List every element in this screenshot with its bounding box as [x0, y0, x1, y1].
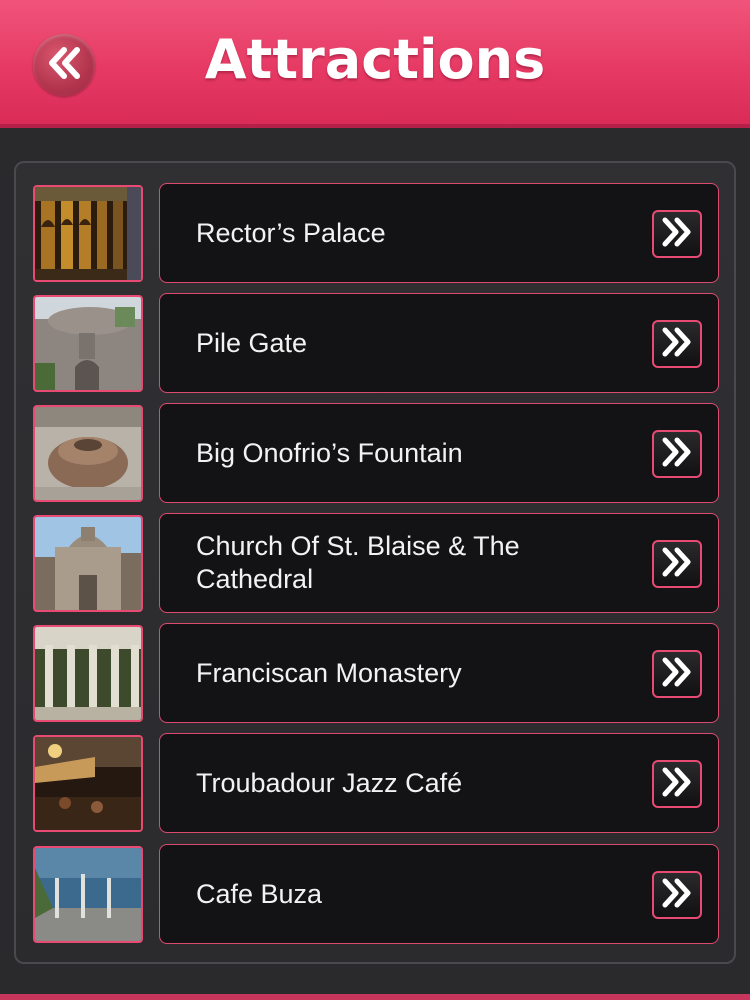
list-item: Cafe Buza — [0, 844, 750, 944]
double-chevron-right-icon — [660, 437, 694, 472]
st-blaise-church-photo — [35, 517, 141, 610]
open-attraction-button[interactable] — [652, 320, 702, 368]
attraction-thumbnail[interactable] — [33, 625, 143, 722]
list-item: Rector’s Palace — [0, 183, 750, 283]
open-attraction-button[interactable] — [652, 430, 702, 478]
list-item: Franciscan Monastery — [0, 623, 750, 723]
double-chevron-right-icon — [660, 327, 694, 362]
attraction-label: Big Onofrio’s Fountain — [196, 437, 463, 468]
double-chevron-right-icon — [660, 878, 694, 913]
attraction-thumbnail[interactable] — [33, 405, 143, 502]
open-attraction-button[interactable] — [652, 540, 702, 588]
attraction-thumbnail[interactable] — [33, 295, 143, 392]
footer-accent-line — [0, 994, 750, 1000]
attraction-thumbnail[interactable] — [33, 846, 143, 943]
onofrio-fountain-photo — [35, 407, 141, 500]
double-chevron-right-icon — [660, 547, 694, 582]
attraction-item[interactable]: Big Onofrio’s Fountain — [159, 403, 719, 503]
attraction-item[interactable]: Cafe Buza — [159, 844, 719, 944]
attraction-label: Cafe Buza — [196, 878, 323, 909]
franciscan-monastery-photo — [35, 627, 141, 720]
page-title: Attractions — [204, 28, 546, 91]
open-attraction-button[interactable] — [652, 871, 702, 919]
open-attraction-button[interactable] — [652, 650, 702, 698]
list-item: Church Of St. Blaise & The Cathedral — [0, 513, 750, 613]
open-attraction-button[interactable] — [652, 210, 702, 258]
header-bar: Attractions — [0, 0, 750, 128]
attraction-label: Franciscan Monastery — [196, 657, 462, 688]
attraction-item[interactable]: Troubadour Jazz Café — [159, 733, 719, 833]
attraction-label: Troubadour Jazz Café — [196, 767, 463, 798]
open-attraction-button[interactable] — [652, 760, 702, 808]
attraction-item[interactable]: Franciscan Monastery — [159, 623, 719, 723]
attraction-label: Rector’s Palace — [196, 217, 386, 248]
list-item: Pile Gate — [0, 293, 750, 393]
attraction-thumbnail[interactable] — [33, 185, 143, 282]
double-chevron-right-icon — [660, 657, 694, 692]
cafe-buza-photo — [35, 848, 141, 941]
double-chevron-right-icon — [660, 217, 694, 252]
attraction-label: Church Of St. Blaise & The Cathedral — [196, 531, 520, 594]
attraction-thumbnail[interactable] — [33, 735, 143, 832]
attraction-item[interactable]: Church Of St. Blaise & The Cathedral — [159, 513, 719, 613]
troubadour-cafe-photo — [35, 737, 141, 830]
attraction-thumbnail[interactable] — [33, 515, 143, 612]
double-chevron-right-icon — [660, 767, 694, 802]
attraction-label: Pile Gate — [196, 327, 308, 358]
list-item: Big Onofrio’s Fountain — [0, 403, 750, 503]
pile-gate-photo — [35, 297, 141, 390]
list-item: Troubadour Jazz Café — [0, 733, 750, 833]
attraction-item[interactable]: Rector’s Palace — [159, 183, 719, 283]
attraction-item[interactable]: Pile Gate — [159, 293, 719, 393]
rectors-palace-photo — [35, 187, 141, 280]
